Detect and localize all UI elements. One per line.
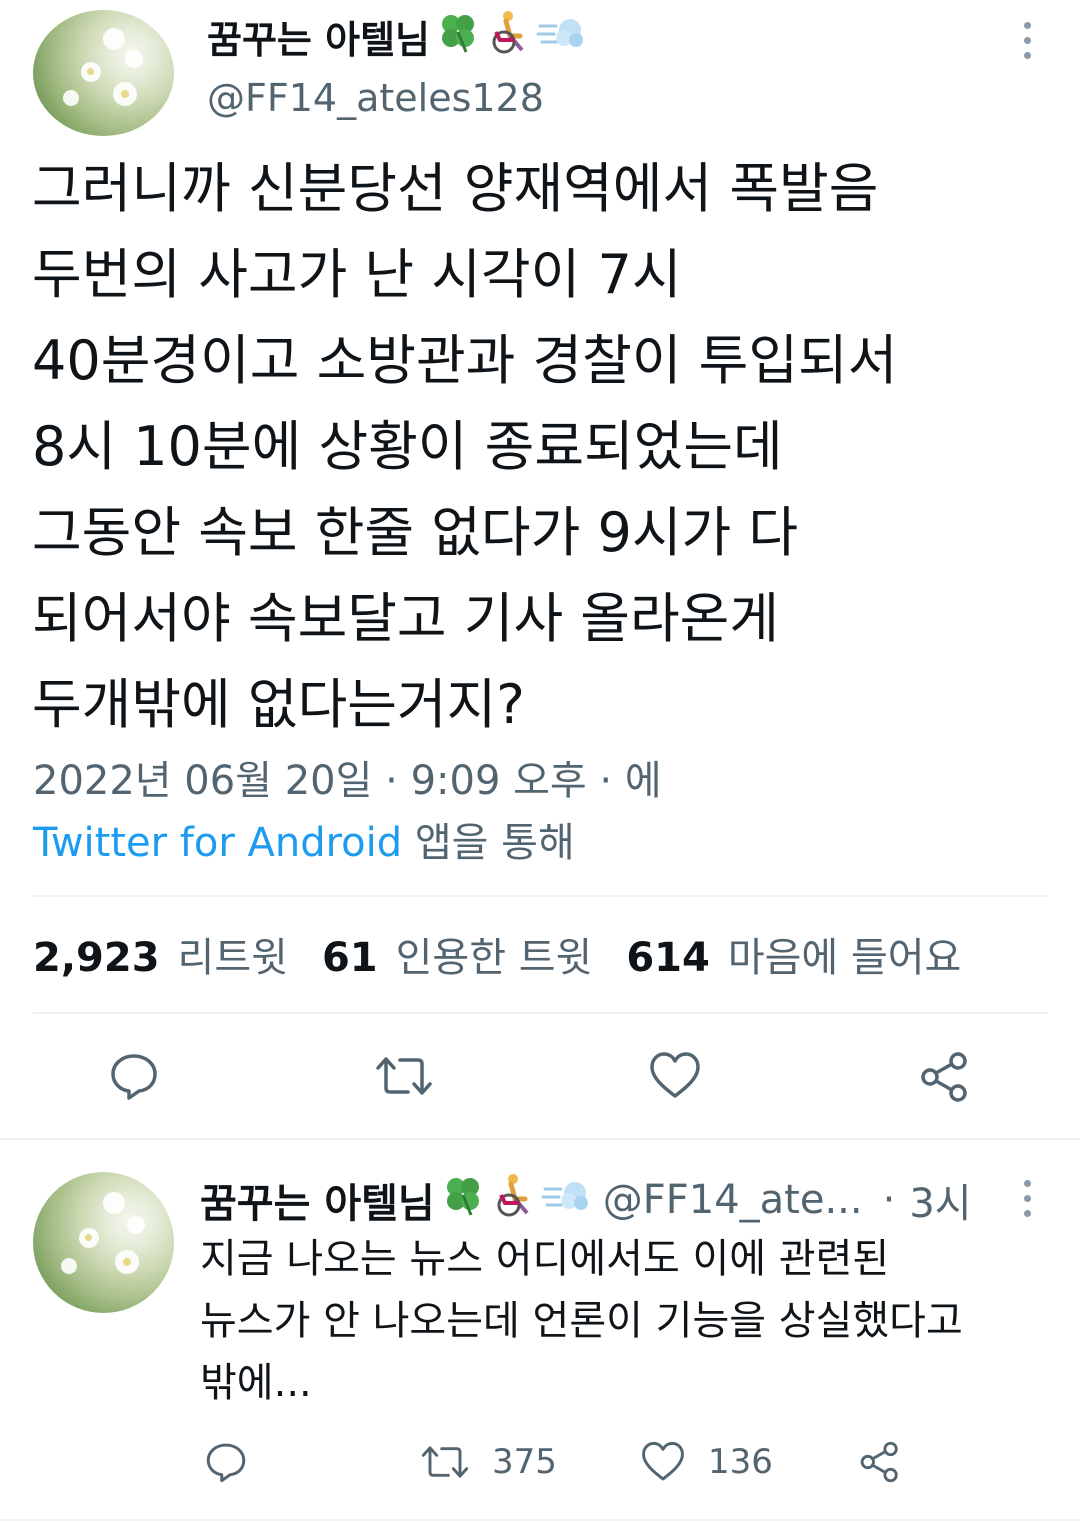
reply-icon: [111, 1054, 157, 1100]
share-button[interactable]: [918, 1050, 972, 1104]
tweet-text-line: 두개밖에 없다는거지?: [32, 673, 525, 736]
wheelchair-person-icon: [491, 1173, 535, 1227]
reply-share-button[interactable]: [858, 1440, 902, 1484]
reply-time[interactable]: 3시: [909, 1171, 971, 1229]
divider: [33, 895, 1048, 897]
divider: [33, 1012, 1048, 1014]
reply-retweet-count: 375: [492, 1442, 557, 1482]
tweet-source: Twitter for Android 앱을 통해: [33, 810, 575, 868]
dash-icon: [536, 10, 584, 63]
author-avatar[interactable]: [33, 10, 174, 136]
like-button[interactable]: [648, 1050, 702, 1102]
reply-author-avatar[interactable]: [33, 1172, 174, 1313]
reply-text-line: 밖에...: [200, 1360, 312, 1406]
wheelchair-person-icon: [486, 10, 530, 63]
author-name[interactable]: 꿈꾸는 아텔님: [207, 9, 430, 64]
reply-text-line: 지금 나오는 뉴스 어디에서도 이에 관련된: [200, 1236, 890, 1282]
reply-reply-button[interactable]: [204, 1440, 248, 1484]
author-name-row[interactable]: 꿈꾸는 아텔님: [207, 8, 584, 64]
reply-more-options-icon[interactable]: [1020, 1180, 1034, 1217]
reply-button[interactable]: [108, 1050, 160, 1102]
more-options-icon[interactable]: [1020, 22, 1034, 59]
heart-icon: [650, 1052, 700, 1098]
reply-text: 지금 나오는 뉴스 어디에서도 이에 관련된 뉴스가 안 나오는데 언론이 기능…: [200, 1228, 1040, 1414]
quote-label[interactable]: 인용한 트윗: [396, 925, 593, 983]
retweet-count[interactable]: 2,923: [33, 935, 160, 981]
tweet-timestamp[interactable]: 2022년 06월 20일 · 9:09 오후 · 에: [33, 748, 662, 806]
reply-like-count: 136: [708, 1442, 773, 1482]
tweet-text-line: 8시 10분에 상황이 종료되었는데: [32, 415, 783, 478]
tweet-text-line: 40분경이고 소방관과 경찰이 투입되서: [32, 329, 898, 392]
tweet-text-line: 두번의 사고가 난 시각이 7시: [32, 243, 682, 306]
tweet-stats: 2,923 리트윗 61 인용한 트윗 614 마음에 들어요: [33, 925, 995, 983]
reply-retweet-button[interactable]: 375: [420, 1440, 557, 1484]
reply-text-line: 뉴스가 안 나오는데 언론이 기능을 상실했다고: [200, 1298, 963, 1344]
retweet-button[interactable]: [374, 1050, 434, 1102]
source-link[interactable]: Twitter for Android: [33, 820, 402, 866]
dash-icon: [541, 1173, 589, 1227]
heart-icon: [642, 1441, 684, 1481]
clover-icon: [436, 10, 480, 63]
tweet-text: 그러니까 신분당선 양재역에서 폭발음 두번의 사고가 난 시각이 7시 40분…: [32, 146, 1032, 748]
retweet-icon: [376, 1057, 432, 1095]
share-icon: [921, 1052, 967, 1102]
share-icon: [860, 1441, 898, 1483]
separator-dot: ·: [882, 1177, 896, 1223]
retweet-icon: [421, 1446, 469, 1478]
tweet-detail-screen: 꿈꾸는 아텔님 @FF14_ateles128 그러니까 신분당선 양재역에서 …: [0, 0, 1080, 1523]
reply-author-name[interactable]: 꿈꾸는 아텔님: [200, 1171, 435, 1229]
divider: [0, 1138, 1080, 1140]
clover-icon: [441, 1173, 485, 1227]
tweet-text-line: 그동안 속보 한줄 없다가 9시가 다: [32, 501, 799, 564]
like-count[interactable]: 614: [626, 935, 710, 981]
reply-icon: [206, 1443, 246, 1483]
like-label[interactable]: 마음에 들어요: [728, 925, 962, 983]
retweet-label[interactable]: 리트윗: [178, 925, 288, 983]
divider: [0, 1519, 1080, 1521]
reply-like-button[interactable]: 136: [640, 1440, 773, 1484]
tweet-text-line: 되어서야 속보달고 기사 올라온게: [32, 587, 780, 650]
source-suffix: 앱을 통해: [402, 820, 575, 866]
reply-author-handle[interactable]: @FF14_ate...: [603, 1177, 863, 1223]
reply-header[interactable]: 꿈꾸는 아텔님 @FF14_ate... · 3시: [200, 1172, 972, 1228]
author-handle[interactable]: @FF14_ateles128: [207, 76, 544, 120]
tweet-text-line: 그러니까 신분당선 양재역에서 폭발음: [32, 157, 879, 220]
quote-count[interactable]: 61: [322, 935, 378, 981]
